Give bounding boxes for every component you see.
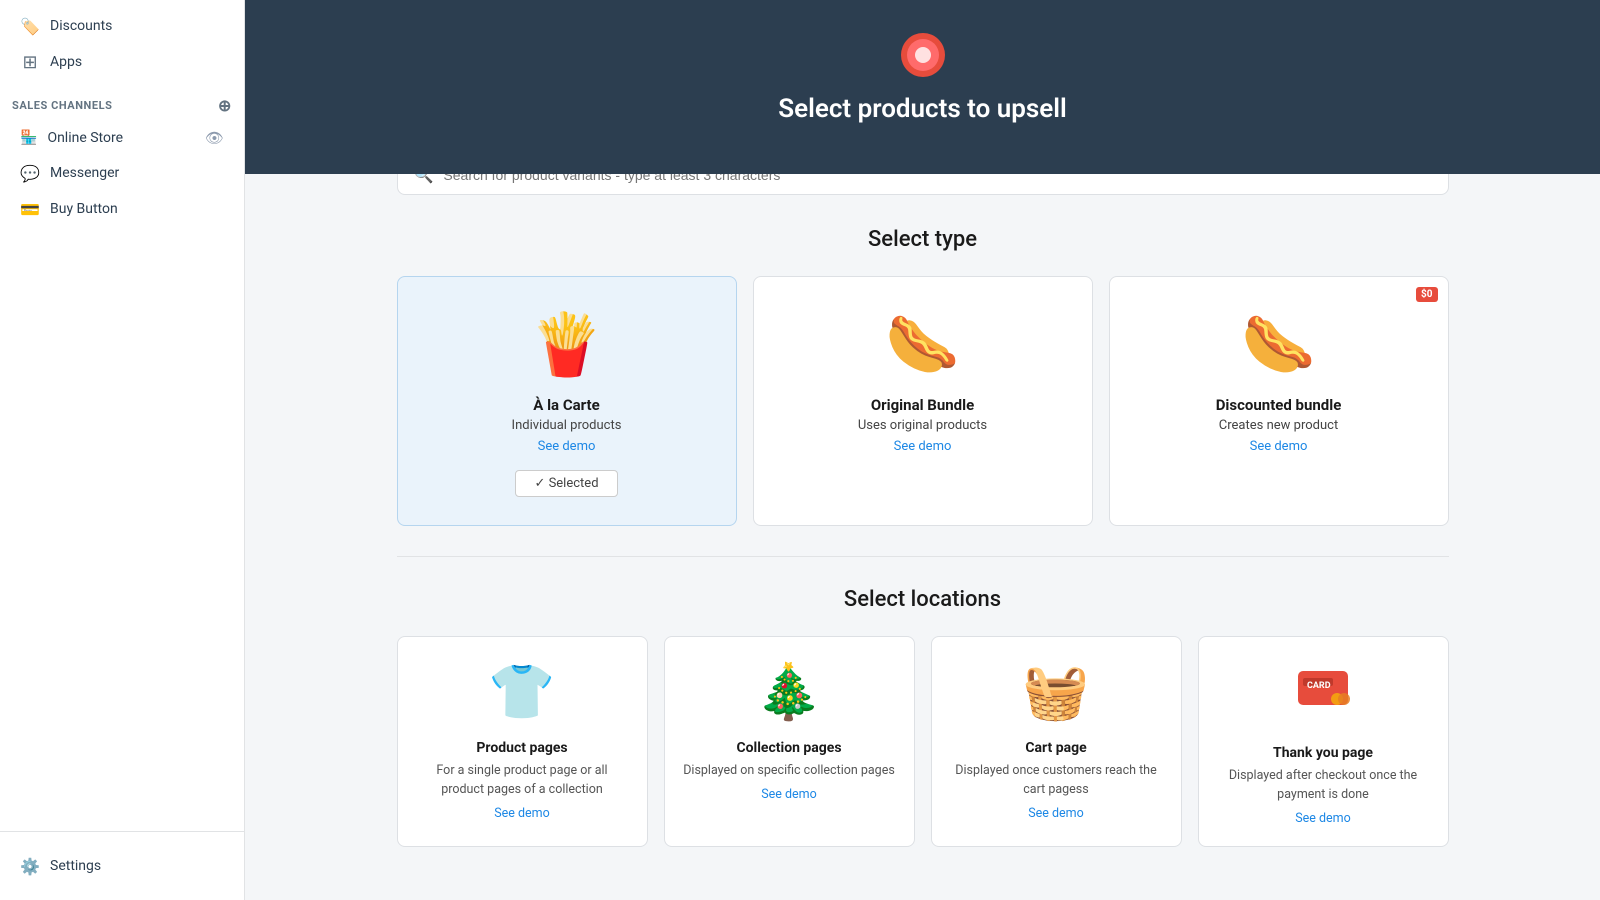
select-locations-section: Select locations 👕 Product pages For a s… (397, 587, 1449, 847)
type-card-discounted-bundle[interactable]: $0 🌭 Discounted bundle Creates new produ… (1109, 276, 1449, 526)
a-la-carte-icon: 🍟 (529, 309, 604, 380)
logo-icon (898, 30, 948, 80)
thank-you-page-title: Thank you page (1273, 745, 1373, 761)
settings-icon: ⚙️ (20, 856, 40, 876)
sidebar-top-items: 🏷️ Discounts ⊞ Apps (0, 0, 244, 80)
cart-page-demo-link[interactable]: See demo (1028, 806, 1084, 821)
sidebar-item-online-store[interactable]: 🏪 Online Store 👁 (8, 121, 236, 155)
sidebar-item-settings[interactable]: ⚙️ Settings (8, 848, 236, 884)
original-bundle-title: Original Bundle (871, 396, 974, 414)
content-area: 🔍 Select type 🍟 À la Carte Individual pr… (373, 154, 1473, 887)
location-card-cart-page[interactable]: 🧺 Cart page Displayed once customers rea… (931, 636, 1182, 847)
collection-pages-demo-link[interactable]: See demo (761, 787, 817, 802)
select-locations-heading: Select locations (397, 587, 1449, 612)
buy-button-icon: 💳 (20, 199, 40, 219)
original-bundle-icon: 🌭 (885, 309, 960, 380)
thank-you-page-demo-link[interactable]: See demo (1295, 811, 1351, 826)
apps-icon: ⊞ (20, 52, 40, 72)
main-content: Select products to upsell 🔍 Select type … (245, 0, 1600, 900)
select-type-section: Select type 🍟 À la Carte Individual prod… (397, 227, 1449, 526)
type-card-original-bundle[interactable]: 🌭 Original Bundle Uses original products… (753, 276, 1093, 526)
sidebar-item-apps[interactable]: ⊞ Apps (8, 44, 236, 80)
online-store-visibility-icon[interactable]: 👁 (205, 129, 224, 147)
sidebar-settings: ⚙️ Settings (0, 831, 244, 900)
discounted-bundle-demo-link[interactable]: See demo (1250, 439, 1308, 454)
selected-badge: ✓ Selected (515, 470, 617, 497)
sales-channels-label: SALES CHANNELS ⊕ (0, 80, 244, 121)
product-pages-demo-link[interactable]: See demo (494, 806, 550, 821)
product-pages-icon: 👕 (488, 661, 555, 724)
sidebar-item-messenger[interactable]: 💬 Messenger (8, 155, 236, 191)
collection-pages-desc: Displayed on specific collection pages (683, 762, 895, 781)
card-svg-icon: CARD (1293, 661, 1353, 715)
sales-channels-list: 🏪 Online Store 👁 💬 Messenger 💳 Buy Butto… (0, 121, 244, 227)
product-pages-desc: For a single product page or all product… (414, 762, 631, 800)
app-logo (265, 30, 1580, 84)
product-pages-title: Product pages (476, 740, 567, 756)
messenger-icon: 💬 (20, 163, 40, 183)
select-type-heading: Select type (397, 227, 1449, 252)
discounted-bundle-title: Discounted bundle (1216, 396, 1342, 414)
discounted-bundle-desc: Creates new product (1219, 418, 1338, 433)
a-la-carte-demo-link[interactable]: See demo (538, 439, 596, 454)
a-la-carte-desc: Individual products (512, 418, 622, 433)
svg-text:CARD: CARD (1307, 681, 1331, 691)
location-card-thank-you-page[interactable]: CARD Thank you page Displayed after chec… (1198, 636, 1449, 847)
thank-you-page-desc: Displayed after checkout once the paymen… (1215, 767, 1432, 805)
discount-badge: $0 (1416, 287, 1437, 302)
a-la-carte-title: À la Carte (533, 396, 599, 414)
location-cards-grid: 👕 Product pages For a single product pag… (397, 636, 1449, 847)
discounted-bundle-icon: 🌭 (1241, 309, 1316, 380)
cart-page-icon: 🧺 (1022, 661, 1089, 724)
original-bundle-desc: Uses original products (858, 418, 987, 433)
cart-page-title: Cart page (1025, 740, 1086, 756)
sidebar-item-discounts[interactable]: 🏷️ Discounts (8, 8, 236, 44)
online-store-icon: 🏪 (20, 130, 37, 146)
collection-pages-title: Collection pages (736, 740, 841, 756)
type-cards-grid: 🍟 À la Carte Individual products See dem… (397, 276, 1449, 526)
page-header: Select products to upsell (245, 0, 1600, 174)
sidebar: 🏷️ Discounts ⊞ Apps SALES CHANNELS ⊕ 🏪 O… (0, 0, 245, 900)
original-bundle-demo-link[interactable]: See demo (894, 439, 952, 454)
sidebar-item-buy-button[interactable]: 💳 Buy Button (8, 191, 236, 227)
location-card-product-pages[interactable]: 👕 Product pages For a single product pag… (397, 636, 648, 847)
location-card-collection-pages[interactable]: 🎄 Collection pages Displayed on specific… (664, 636, 915, 847)
page-title: Select products to upsell (265, 94, 1580, 124)
collection-pages-icon: 🎄 (755, 661, 822, 724)
section-divider (397, 556, 1449, 557)
discount-icon: 🏷️ (20, 16, 40, 36)
add-sales-channel-icon[interactable]: ⊕ (218, 96, 232, 115)
cart-page-desc: Displayed once customers reach the cart … (948, 762, 1165, 800)
thank-you-page-icon: CARD (1293, 661, 1353, 729)
type-card-a-la-carte[interactable]: 🍟 À la Carte Individual products See dem… (397, 276, 737, 526)
